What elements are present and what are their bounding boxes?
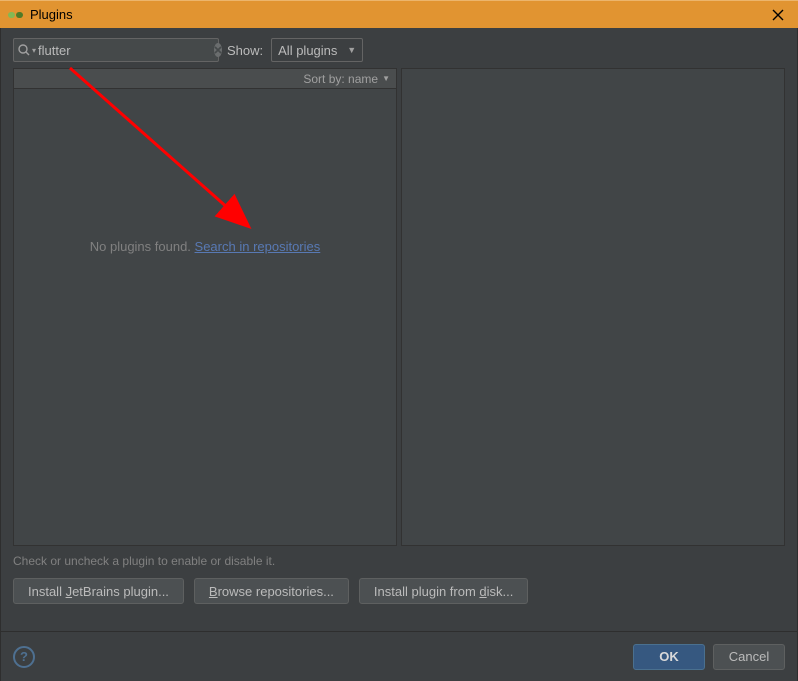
- search-box[interactable]: ▾: [13, 38, 219, 62]
- sort-arrow-icon: ▼: [382, 74, 390, 83]
- show-label: Show:: [227, 43, 263, 58]
- search-icon: [18, 43, 30, 57]
- action-buttons-row: Install JetBrains plugin... Browse repos…: [13, 578, 785, 604]
- plugin-list-panel: Sort by: name ▼ No plugins found. Search…: [13, 68, 397, 546]
- panels: Sort by: name ▼ No plugins found. Search…: [13, 68, 785, 546]
- sort-bar[interactable]: Sort by: name ▼: [14, 69, 396, 89]
- empty-list-message: No plugins found. Search in repositories: [14, 239, 396, 254]
- hint-text: Check or uncheck a plugin to enable or d…: [13, 554, 785, 568]
- chevron-down-icon: ▼: [347, 45, 356, 55]
- dialog-footer: ? OK Cancel: [0, 631, 798, 681]
- search-input[interactable]: [38, 43, 214, 58]
- search-in-repositories-link[interactable]: Search in repositories: [195, 239, 321, 254]
- help-button[interactable]: ?: [13, 646, 35, 668]
- content-area: ▾ Show: All plugins ▼ Sort by: name ▼ No…: [0, 28, 798, 631]
- install-jetbrains-plugin-button[interactable]: Install JetBrains plugin...: [13, 578, 184, 604]
- search-row: ▾ Show: All plugins ▼: [13, 38, 785, 62]
- browse-repositories-button[interactable]: Browse repositories...: [194, 578, 349, 604]
- clear-search-icon[interactable]: [214, 43, 222, 57]
- show-filter-combobox[interactable]: All plugins ▼: [271, 38, 363, 62]
- ok-button[interactable]: OK: [633, 644, 705, 670]
- search-history-arrow-icon[interactable]: ▾: [32, 46, 36, 55]
- cancel-button[interactable]: Cancel: [713, 644, 785, 670]
- plugin-details-panel: [401, 68, 785, 546]
- no-plugins-text: No plugins found.: [90, 239, 195, 254]
- install-plugin-from-disk-button[interactable]: Install plugin from disk...: [359, 578, 528, 604]
- window-title: Plugins: [30, 7, 766, 22]
- close-icon[interactable]: [766, 3, 790, 27]
- footer-buttons: OK Cancel: [633, 644, 785, 670]
- window-titlebar: Plugins: [0, 0, 798, 28]
- sort-label: Sort by: name: [303, 72, 378, 86]
- filter-value: All plugins: [278, 43, 347, 58]
- android-icon: [8, 10, 24, 20]
